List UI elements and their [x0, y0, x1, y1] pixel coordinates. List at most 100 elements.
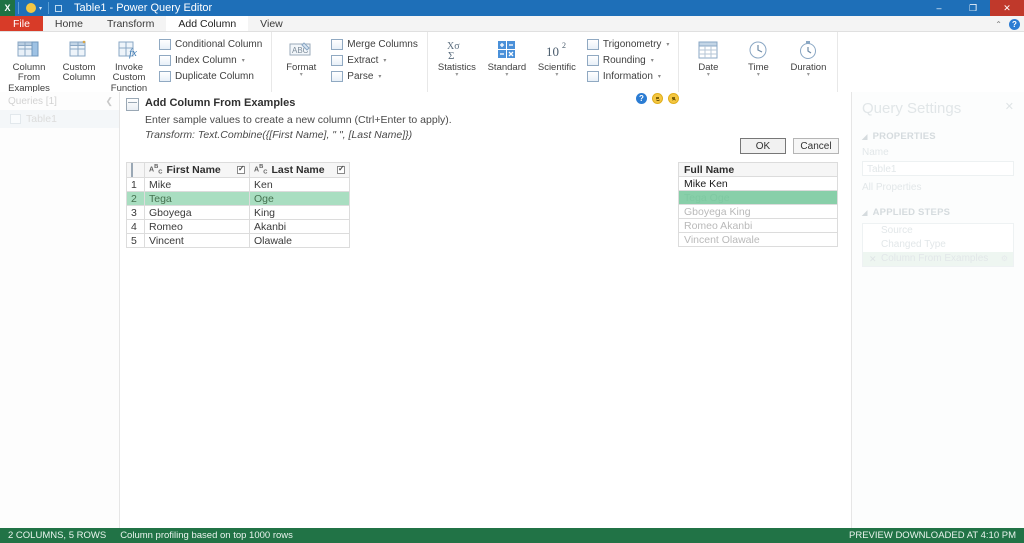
format-button[interactable]: ABC Format ▾ — [277, 35, 325, 79]
applied-step-changed-type[interactable]: Changed Type — [863, 238, 1013, 252]
trigonometry-button[interactable]: Trigonometry ▾ — [585, 38, 672, 51]
help-icon[interactable]: ? — [1009, 19, 1020, 30]
chevron-left-icon[interactable]: ❮ — [105, 96, 113, 107]
cell-first-name[interactable]: Romeo — [145, 220, 250, 234]
smiley-sad-icon[interactable] — [668, 93, 679, 104]
time-button[interactable]: Time ▾ — [734, 35, 782, 79]
applied-step-source[interactable]: Source — [863, 224, 1013, 238]
preview-table: ABC First Name ABC Last Name — [126, 162, 350, 248]
caret-down-icon[interactable]: ▾ — [658, 73, 661, 80]
time-icon — [746, 37, 770, 63]
column-header-first-name[interactable]: ABC First Name — [145, 163, 250, 178]
cancel-button[interactable]: Cancel — [793, 138, 839, 154]
new-column-cell[interactable]: Gboyega King — [678, 205, 838, 219]
tab-transform[interactable]: Transform — [95, 16, 166, 31]
queries-pane-header: Queries [1] ❮ — [0, 96, 119, 110]
help-icon[interactable]: ? — [636, 93, 647, 104]
cell-first-name[interactable]: Gboyega — [145, 206, 250, 220]
close-icon[interactable]: ✕ — [1005, 100, 1014, 113]
delete-step-icon[interactable]: ✕ — [869, 252, 877, 266]
all-properties-link[interactable]: All Properties — [862, 182, 1014, 193]
custom-column-button[interactable]: Custom Column — [55, 35, 103, 86]
rounding-button[interactable]: Rounding ▾ — [585, 54, 672, 67]
caret-down-icon[interactable]: ▾ — [505, 73, 508, 77]
statistics-button[interactable]: Xσ Σ Statistics ▾ — [433, 35, 481, 79]
excel-icon: X — [0, 0, 15, 16]
scientific-button[interactable]: 10 2 Scientific ▾ — [533, 35, 581, 79]
duplicate-column-button[interactable]: Duplicate Column — [157, 70, 264, 83]
tab-home[interactable]: Home — [43, 16, 95, 31]
new-column-header[interactable]: Full Name — [678, 162, 838, 177]
parse-button[interactable]: Parse ▾ — [329, 70, 420, 83]
invoke-custom-function-button[interactable]: fx Invoke Custom Function — [105, 35, 153, 96]
cell-first-name[interactable]: Mike — [145, 178, 250, 192]
smiley-happy-icon[interactable] — [652, 93, 663, 104]
restore-button[interactable]: ❐ — [956, 0, 990, 16]
column-header-last-name[interactable]: ABC Last Name — [250, 163, 350, 178]
column-checkbox-first-name[interactable] — [237, 166, 245, 174]
cell-last-name[interactable]: Akanbi — [250, 220, 350, 234]
table-row[interactable]: 5 Vincent Olawale — [127, 234, 350, 248]
tab-file[interactable]: File — [0, 16, 43, 31]
caret-down-icon[interactable]: ▾ — [807, 73, 810, 77]
cell-first-name[interactable]: Tega — [145, 192, 250, 206]
new-column-cell[interactable]: Mike Ken — [678, 177, 838, 191]
caret-down-icon[interactable]: ▾ — [242, 57, 245, 64]
row-number: 2 — [127, 192, 145, 206]
customize-icon[interactable] — [55, 5, 62, 12]
minimize-button[interactable]: – — [922, 0, 956, 16]
caret-down-icon[interactable]: ▾ — [651, 57, 654, 64]
table-row[interactable]: 3 Gboyega King — [127, 206, 350, 220]
new-column-cell[interactable]: Tega Oge — [678, 191, 838, 205]
properties-section-header[interactable]: ◢ PROPERTIES — [862, 131, 1014, 142]
information-button[interactable]: Information ▾ — [585, 70, 672, 83]
duration-button[interactable]: Duration ▾ — [784, 35, 832, 79]
add-column-from-examples-title: Add Column From Examples — [145, 97, 295, 109]
table-row[interactable]: 1 Mike Ken — [127, 178, 350, 192]
new-column-cell[interactable]: Romeo Akanbi — [678, 219, 838, 233]
applied-step-column-from-examples[interactable]: ✕ Column From Examples ⚙ — [863, 252, 1013, 266]
merge-columns-button[interactable]: Merge Columns — [329, 38, 420, 51]
date-button[interactable]: Date ▾ — [684, 35, 732, 79]
cell-last-name[interactable]: Olawale — [250, 234, 350, 248]
standard-button[interactable]: Standard ▾ — [483, 35, 531, 79]
index-column-button[interactable]: Index Column ▾ — [157, 54, 264, 67]
caret-down-icon[interactable]: ▾ — [378, 73, 381, 80]
query-list-item-table1[interactable]: Table1 — [0, 110, 119, 128]
scientific-icon: 10 2 — [544, 37, 570, 63]
column-checkbox-last-name[interactable] — [337, 166, 345, 174]
caret-down-icon[interactable]: ▾ — [455, 73, 458, 77]
table-row[interactable]: 4 Romeo Akanbi — [127, 220, 350, 234]
cell-last-name[interactable]: Oge — [250, 192, 350, 206]
caret-down-icon[interactable]: ▾ — [383, 57, 386, 64]
cell-last-name[interactable]: King — [250, 206, 350, 220]
applied-steps-section-header[interactable]: ◢ APPLIED STEPS — [862, 207, 1014, 218]
caret-down-icon[interactable]: ▾ — [555, 73, 558, 77]
quick-access-toolbar[interactable]: ▾ — [22, 2, 66, 14]
conditional-column-button[interactable]: Conditional Column — [157, 38, 264, 51]
tab-add-column[interactable]: Add Column — [166, 16, 248, 31]
extract-button[interactable]: Extract ▾ — [329, 54, 420, 67]
dropdown-caret-icon[interactable]: ▾ — [39, 5, 42, 12]
cell-last-name[interactable]: Ken — [250, 178, 350, 192]
chevron-up-icon[interactable]: ⌃ — [995, 20, 1002, 29]
applied-steps-list: Source Changed Type ✕ Column From Exampl… — [862, 223, 1014, 267]
conditional-column-icon — [159, 39, 171, 50]
caret-down-icon[interactable]: ▾ — [666, 41, 669, 48]
table-row[interactable]: 2 Tega Oge — [127, 192, 350, 206]
column-from-examples-label-1: Column From — [6, 63, 52, 84]
autosave-icon[interactable] — [26, 3, 36, 13]
ok-button[interactable]: OK — [740, 138, 786, 154]
tab-view[interactable]: View — [248, 16, 295, 31]
status-columns-rows: 2 COLUMNS, 5 ROWS — [8, 530, 106, 541]
name-input[interactable]: Table1 — [862, 161, 1014, 176]
caret-down-icon[interactable]: ▾ — [757, 73, 760, 77]
caret-down-icon[interactable]: ▾ — [707, 73, 710, 77]
caret-down-icon[interactable]: ▾ — [300, 73, 303, 77]
gear-icon[interactable]: ⚙ — [1001, 252, 1008, 266]
cell-first-name[interactable]: Vincent — [145, 234, 250, 248]
new-column-cell[interactable]: Vincent Olawale — [678, 233, 838, 247]
close-button[interactable]: ✕ — [990, 0, 1024, 16]
svg-text:2: 2 — [562, 41, 566, 50]
select-all-table-icon[interactable] — [127, 163, 145, 178]
